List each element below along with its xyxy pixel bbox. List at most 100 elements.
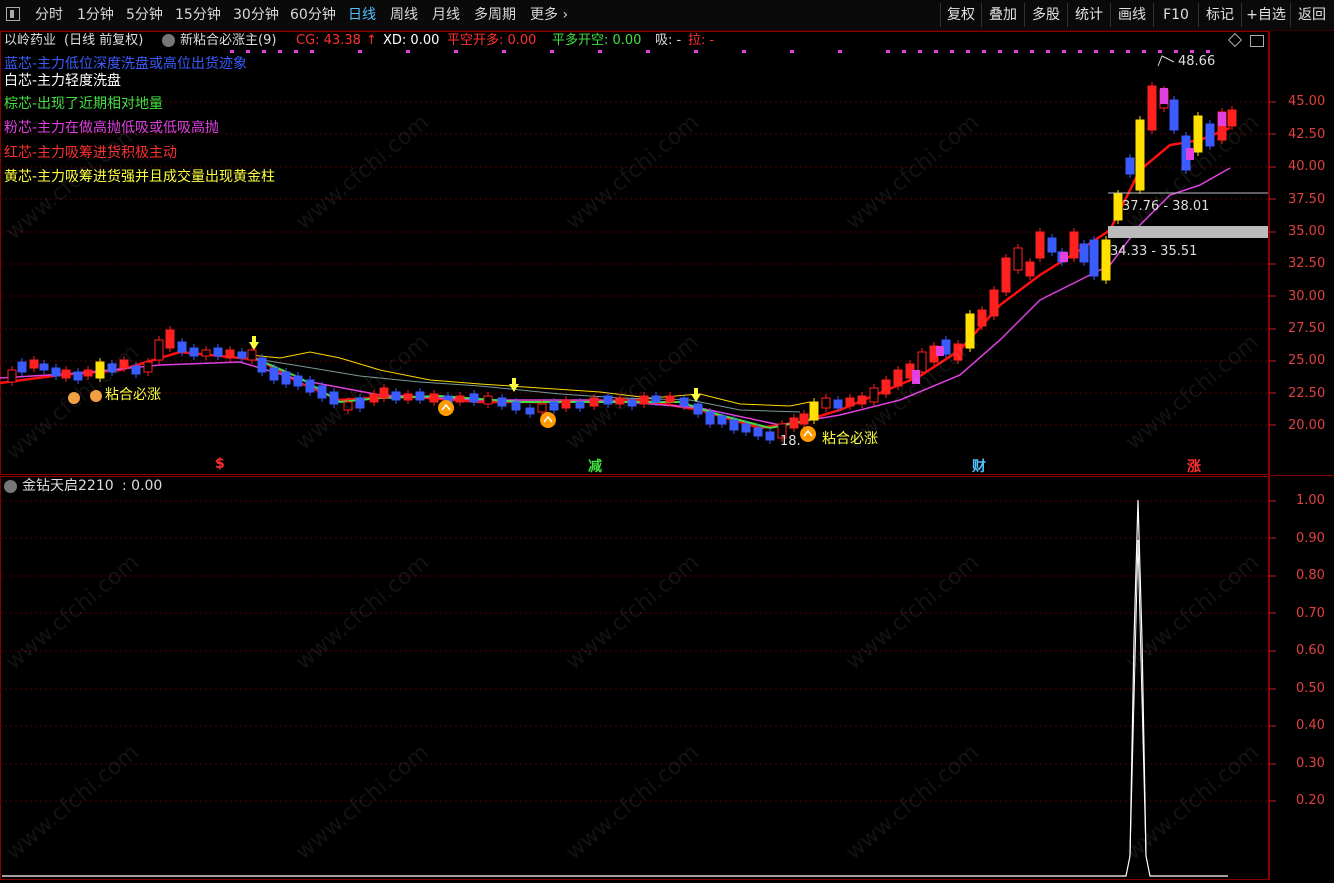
candle-body-pink [912, 370, 920, 384]
candle-body [483, 395, 493, 405]
candle-body [989, 289, 999, 317]
candle-body [1089, 239, 1099, 277]
legend-line-pink: 粉芯-主力在做高抛低吸或低吸高抛 [4, 118, 219, 138]
pk-value: 平空开多: 0.00 [447, 33, 537, 48]
legend-text: 白芯-主力轻度洗盘 [4, 73, 122, 89]
candle-body [1001, 257, 1011, 293]
sub-axis-label: 0.30 [1296, 756, 1325, 771]
candle-body [693, 403, 703, 415]
indicator-name[interactable]: 新粘合必涨主(9) [180, 31, 276, 51]
signal-label: 粘合必涨 [105, 387, 161, 403]
price-axis-label: 40.00 [1288, 159, 1326, 174]
candle-body [1069, 231, 1079, 259]
candle-body [39, 363, 49, 371]
sub-indicator-dropdown-icon[interactable] [4, 480, 17, 493]
candle-body [201, 349, 211, 357]
candle-body [857, 395, 867, 405]
candle-body [1047, 237, 1057, 253]
cg-arrow-icon: ↑ [366, 33, 377, 48]
candle-body [1193, 115, 1203, 153]
price-axis-label: 45.00 [1288, 94, 1326, 109]
candle-body [1205, 123, 1215, 147]
sub-axis-label: 0.50 [1296, 681, 1325, 696]
candle-body [1125, 157, 1135, 175]
candle-body [379, 387, 389, 399]
candle-body [1135, 119, 1145, 191]
candle-body [213, 347, 223, 357]
period-info: (日线 前复权) [64, 33, 144, 48]
down-arrow-icon [252, 336, 256, 342]
candle-body [403, 393, 413, 401]
candle-body [589, 397, 599, 407]
candle-body [257, 357, 267, 373]
candle-body [154, 339, 164, 361]
price-axis-label: 32.50 [1288, 256, 1326, 271]
zone-label-lower: 34.33 - 35.51 [1110, 244, 1198, 259]
candle-body-pink [1186, 148, 1194, 160]
sub-axis-label: 1.00 [1296, 493, 1325, 508]
candle-body [965, 313, 975, 349]
candle-body [237, 351, 247, 359]
candle-body [1025, 261, 1035, 277]
candle-body [293, 375, 303, 387]
sub-indicator-name[interactable]: 金钻天启2210 [22, 476, 114, 496]
candle-body [189, 347, 199, 357]
sub-axis-label: 0.70 [1296, 606, 1325, 621]
signal-label: 粘合必涨 [822, 431, 878, 447]
candle-body [29, 359, 39, 369]
candle-body [305, 379, 315, 393]
candle-body-pink [1160, 88, 1168, 104]
candle-body [61, 369, 71, 379]
candle-body [391, 391, 401, 401]
candle-body [415, 391, 425, 401]
marker-dollar: $ [215, 456, 225, 472]
window-restore-icon[interactable] [1250, 35, 1264, 47]
candle-body [95, 361, 105, 379]
candle-body [17, 361, 27, 373]
hand-pointer-icon [90, 390, 102, 402]
price-axis-label: 25.00 [1288, 353, 1326, 368]
legend-line-yellow: 黄芯-主力吸筹进货强并且成交量出现黄金柱 [4, 167, 275, 187]
candle-body [83, 369, 93, 377]
candle-body [429, 393, 439, 403]
zone-label-upper: 37.76 - 38.01 [1122, 199, 1210, 214]
candle-body-pink [936, 346, 944, 356]
la-value: 拉: - [688, 33, 715, 48]
pd-value: 平多开空: 0.00 [552, 33, 642, 48]
price-axis-label: 35.00 [1288, 224, 1326, 239]
down-arrow-icon [512, 378, 516, 384]
candle-body [525, 407, 535, 415]
marker-rise: 涨 [1187, 459, 1201, 475]
marker-finance: 财 [972, 459, 986, 475]
candle-body [869, 387, 879, 403]
candle-body [575, 401, 585, 409]
diamond-icon[interactable] [1227, 32, 1243, 48]
candle-body [679, 397, 689, 407]
high-price-pointer [1157, 55, 1175, 67]
candle-body [369, 393, 379, 403]
price-axis-label: 37.50 [1288, 192, 1326, 207]
candle-body [1013, 247, 1023, 271]
sub-indicator-value: : 0.00 [122, 478, 163, 494]
sub-axis-label: 0.40 [1296, 718, 1325, 733]
low-price-label: 18. [780, 434, 801, 449]
candle-body [627, 399, 637, 407]
marker-reduce: 减 [588, 459, 602, 475]
candle-body [799, 413, 809, 425]
legend-line-white: 白芯-主力轻度洗盘 [4, 71, 121, 91]
price-axis-label: 42.50 [1288, 127, 1326, 142]
sub-chart-frame [0, 476, 1269, 880]
legend-line-brown: 棕芯-出现了近期相对地量 [4, 94, 163, 114]
legend-text: 黄芯-主力吸筹进货强并且成交量出现黄金柱 [4, 169, 276, 185]
sub-indicator-line [2, 499, 1228, 877]
buy-signal-icon [438, 400, 454, 416]
sub-axis-label: 0.80 [1296, 568, 1325, 583]
indicator-dropdown-icon[interactable] [162, 34, 175, 47]
buy-signal-icon [540, 412, 556, 428]
down-arrow-icon [694, 388, 698, 394]
candle-body [469, 393, 479, 403]
candle-body [247, 349, 257, 361]
candle-body [753, 427, 763, 437]
zone-band [1108, 226, 1268, 238]
candle-body [51, 367, 61, 377]
